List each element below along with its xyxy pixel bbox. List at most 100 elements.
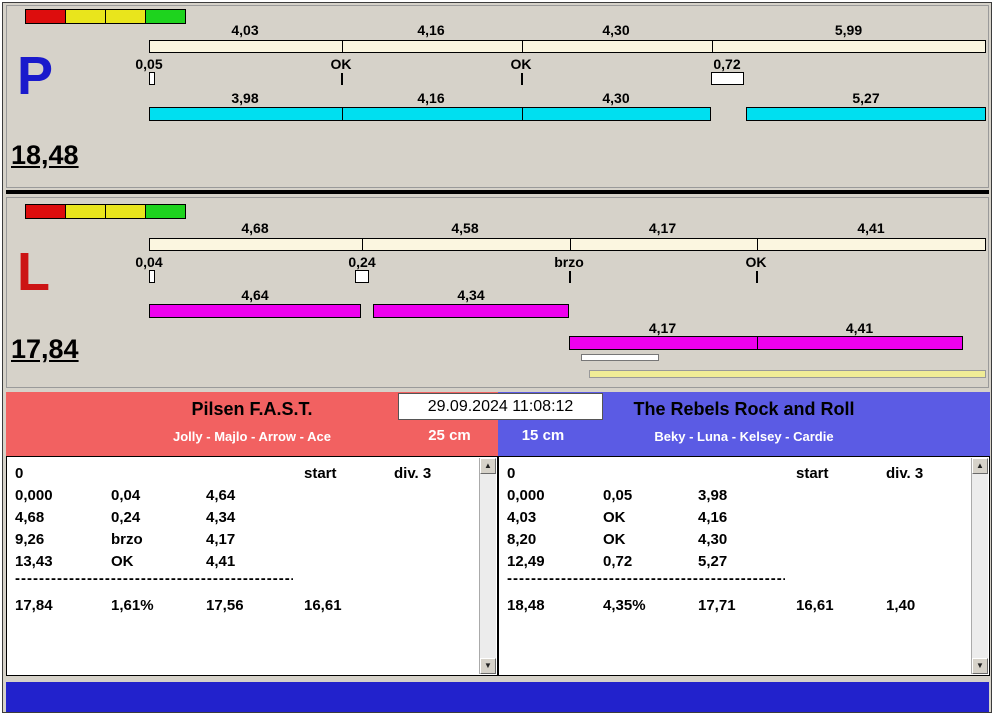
table-cell: 12,49: [507, 553, 545, 570]
datetime-display: 29.09.2024 11:08:12: [398, 393, 603, 420]
table-separator: ----------------------------------------…: [507, 570, 785, 587]
summary-value: 16,61: [796, 597, 834, 614]
summary-percent: 4,35%: [603, 597, 646, 614]
dog-time: 4,17: [648, 320, 677, 336]
table-cell: OK: [603, 509, 626, 526]
split-time: 4,17: [648, 220, 677, 236]
run-progress-bar: [149, 40, 986, 53]
table-header-cell: start: [796, 465, 829, 482]
lane-total-time: 18,48: [11, 140, 79, 170]
lane-p-panel: 4,03 4,16 4,30 5,99 0,05 OK OK 0,72 3,98…: [6, 5, 989, 188]
scroll-down-icon[interactable]: ▼: [972, 658, 988, 674]
table-cell: 0,72: [603, 553, 633, 570]
table-scrollbar[interactable]: ▲ ▼: [971, 458, 988, 674]
table-header-cell: div. 3: [886, 465, 924, 482]
split-time: 5,99: [834, 22, 863, 38]
split-time: 4,03: [231, 22, 259, 38]
dog-time-bar: [569, 336, 963, 350]
summary-value: 16,61: [304, 597, 342, 614]
scroll-down-icon[interactable]: ▼: [480, 658, 496, 674]
table-cell: 0,24: [111, 509, 141, 526]
table-header-cell: 0: [15, 465, 24, 482]
dog-time: 4,41: [845, 320, 874, 336]
app-window: 4,03 4,16 4,30 5,99 0,05 OK OK 0,72 3,98…: [2, 2, 992, 713]
jump-height-left: 25 cm: [428, 427, 471, 444]
dog-time: 4,30: [602, 90, 630, 106]
change-marker: 0,24: [348, 254, 376, 270]
change-marker: OK: [745, 254, 767, 270]
table-cell: OK: [603, 531, 626, 548]
table-cell: 8,20: [507, 531, 537, 548]
table-cell: 0,04: [111, 487, 141, 504]
lane-letter: L: [17, 242, 50, 302]
change-marker: brzo: [554, 254, 584, 270]
bar-divider: [570, 239, 571, 250]
table-cell: 4,17: [206, 531, 236, 548]
summary-value: 1,40: [886, 597, 916, 614]
status-light-yellow-2: [105, 204, 146, 219]
lane-letter: P: [17, 46, 54, 106]
dog-time-bar: [149, 304, 361, 318]
results-table-right: 0 start div. 3 0,000 0,05 3,98 4,03 OK 4…: [498, 456, 990, 676]
change-marker: 0,05: [135, 56, 163, 72]
scroll-up-icon[interactable]: ▲: [480, 458, 496, 474]
dog-time-bar: [149, 107, 711, 121]
bar-divider: [712, 41, 713, 52]
table-header-cell: start: [304, 465, 337, 482]
thin-yellow-bar: [589, 370, 986, 378]
bar-divider: [757, 337, 758, 349]
thin-white-bar: [581, 354, 659, 361]
split-time: 4,68: [241, 220, 269, 236]
change-tick: [756, 271, 758, 283]
dog-time: 4,16: [417, 90, 445, 106]
change-tick: [569, 271, 571, 283]
dog-time: 4,34: [457, 287, 485, 303]
change-window-box: [355, 270, 369, 283]
bar-divider: [757, 239, 758, 250]
table-header-cell: 0: [507, 465, 516, 482]
scroll-up-icon[interactable]: ▲: [972, 458, 988, 474]
table-cell: 4,64: [206, 487, 236, 504]
table-cell: 4,30: [698, 531, 728, 548]
change-tick: [521, 73, 523, 85]
status-light-yellow-1: [65, 204, 106, 219]
status-lights: [25, 204, 186, 219]
bar-divider: [522, 41, 523, 52]
split-time: 4,30: [602, 22, 630, 38]
table-cell: 4,03: [507, 509, 537, 526]
results-table-left: 0 start div. 3 0,000 0,04 4,64 4,68 0,24…: [6, 456, 498, 676]
dog-time: 4,64: [241, 287, 269, 303]
jump-height-right: 15 cm: [521, 427, 565, 444]
table-cell: 9,26: [15, 531, 45, 548]
status-light-red: [25, 204, 66, 219]
change-window-box: [149, 270, 155, 283]
table-cell: 4,41: [206, 553, 236, 570]
status-light-green: [145, 204, 186, 219]
change-marker: OK: [510, 56, 532, 72]
run-progress-bar: [149, 238, 986, 251]
lane-divider: [6, 190, 989, 194]
table-cell: brzo: [111, 531, 143, 548]
lane-total-time: 17,84: [11, 334, 79, 364]
table-cell: 0,000: [15, 487, 53, 504]
dog-time-bar: [746, 107, 986, 121]
status-light-red: [25, 9, 66, 24]
table-header-cell: div. 3: [394, 465, 432, 482]
table-cell: 4,34: [206, 509, 236, 526]
table-cell: OK: [111, 553, 134, 570]
summary-value: 17,56: [206, 597, 244, 614]
status-light-yellow-1: [65, 9, 106, 24]
table-cell: 4,16: [698, 509, 728, 526]
split-time: 4,16: [417, 22, 445, 38]
lane-l-panel: 4,68 4,58 4,17 4,41 0,04 0,24 brzo OK 4,…: [6, 197, 989, 388]
table-cell: 4,68: [15, 509, 45, 526]
change-window-box: [149, 72, 155, 85]
summary-total: 18,48: [507, 597, 545, 614]
change-marker: 0,72: [713, 56, 741, 72]
change-marker: 0,04: [135, 254, 163, 270]
timing-screen: 4,03 4,16 4,30 5,99 0,05 OK OK 0,72 3,98…: [0, 0, 995, 716]
change-tick: [341, 73, 343, 85]
bar-divider: [342, 108, 343, 120]
status-light-yellow-2: [105, 9, 146, 24]
table-scrollbar[interactable]: ▲ ▼: [479, 458, 496, 674]
